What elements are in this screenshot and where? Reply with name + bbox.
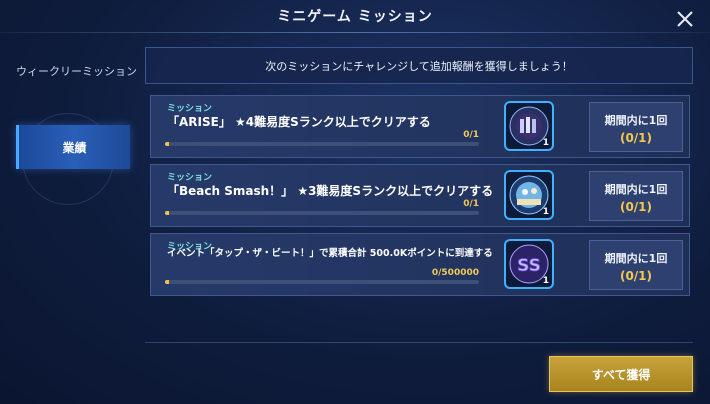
svg-text:SS: SS [517, 256, 541, 276]
mission-progress-fill [165, 280, 169, 284]
mission-card: ミッション イベント「タップ・ザ・ビート！」で累積合計 500.0Kポイントに到… [150, 233, 690, 296]
page-title: ミニゲーム ミッション [277, 9, 433, 25]
reward-completion-count: (0/1) [619, 269, 653, 283]
mission-progress-bar [165, 211, 479, 215]
mission-description: 「Beach Smash！」 ★3難易度Sランク以上でクリアする [167, 184, 494, 198]
reward-count: 1 [542, 138, 549, 148]
mission-notice-banner: 次のミッションにチャレンジして追加報酬を獲得しましょう！ [145, 47, 693, 84]
mission-description: 「ARISE」 ★4難易度Sランク以上でクリアする [167, 115, 431, 129]
claim-all-button[interactable]: すべて獲得 [549, 356, 693, 392]
sidebar: ウィークリーミッション 業績 [0, 33, 140, 404]
reward-completion-count: (0/1) [619, 200, 653, 214]
footer-divider [145, 342, 693, 343]
reward-status-box: 期間内に1回 (0/1) [589, 171, 683, 221]
mission-progress-bar [165, 142, 479, 146]
sidebar-item-weekly-missions[interactable]: ウィークリーミッション [16, 63, 137, 79]
reward-completion-count: (0/1) [619, 131, 653, 145]
reward-limit-label: 期間内に1回 [604, 183, 668, 196]
mission-progress-fill [165, 142, 169, 146]
mission-progress-text: 0/500000 [431, 268, 479, 278]
close-button[interactable] [674, 8, 696, 30]
mission-progress-text: 0/1 [463, 130, 479, 140]
mission-description: イベント「タップ・ザ・ビート！」で累積合計 500.0Kポイントに到達する [167, 248, 493, 259]
reward-count: 1 [542, 207, 549, 217]
reward-limit-label: 期間内に1回 [604, 114, 668, 127]
reward-status-box: 期間内に1回 (0/1) [589, 102, 683, 152]
ss-badge-icon[interactable]: SS 1 [504, 239, 554, 289]
reward-limit-label: 期間内に1回 [604, 252, 668, 265]
mission-card: ミッション 「ARISE」 ★4難易度Sランク以上でクリアする 0/1 1 期間… [150, 95, 690, 158]
reward-count: 1 [542, 276, 549, 286]
reward-status-box: 期間内に1回 (0/1) [589, 240, 683, 290]
mission-progress-bar [165, 280, 479, 284]
close-icon [677, 11, 693, 27]
mission-progress-text: 0/1 [463, 199, 479, 209]
beach-smash-jacket-icon[interactable]: 1 [504, 170, 554, 220]
mission-card: ミッション 「Beach Smash！」 ★3難易度Sランク以上でクリアする 0… [150, 164, 690, 227]
mission-progress-fill [165, 211, 169, 215]
sidebar-tab-achievements[interactable]: 業績 [16, 125, 130, 169]
arise-jacket-icon[interactable]: 1 [504, 101, 554, 151]
